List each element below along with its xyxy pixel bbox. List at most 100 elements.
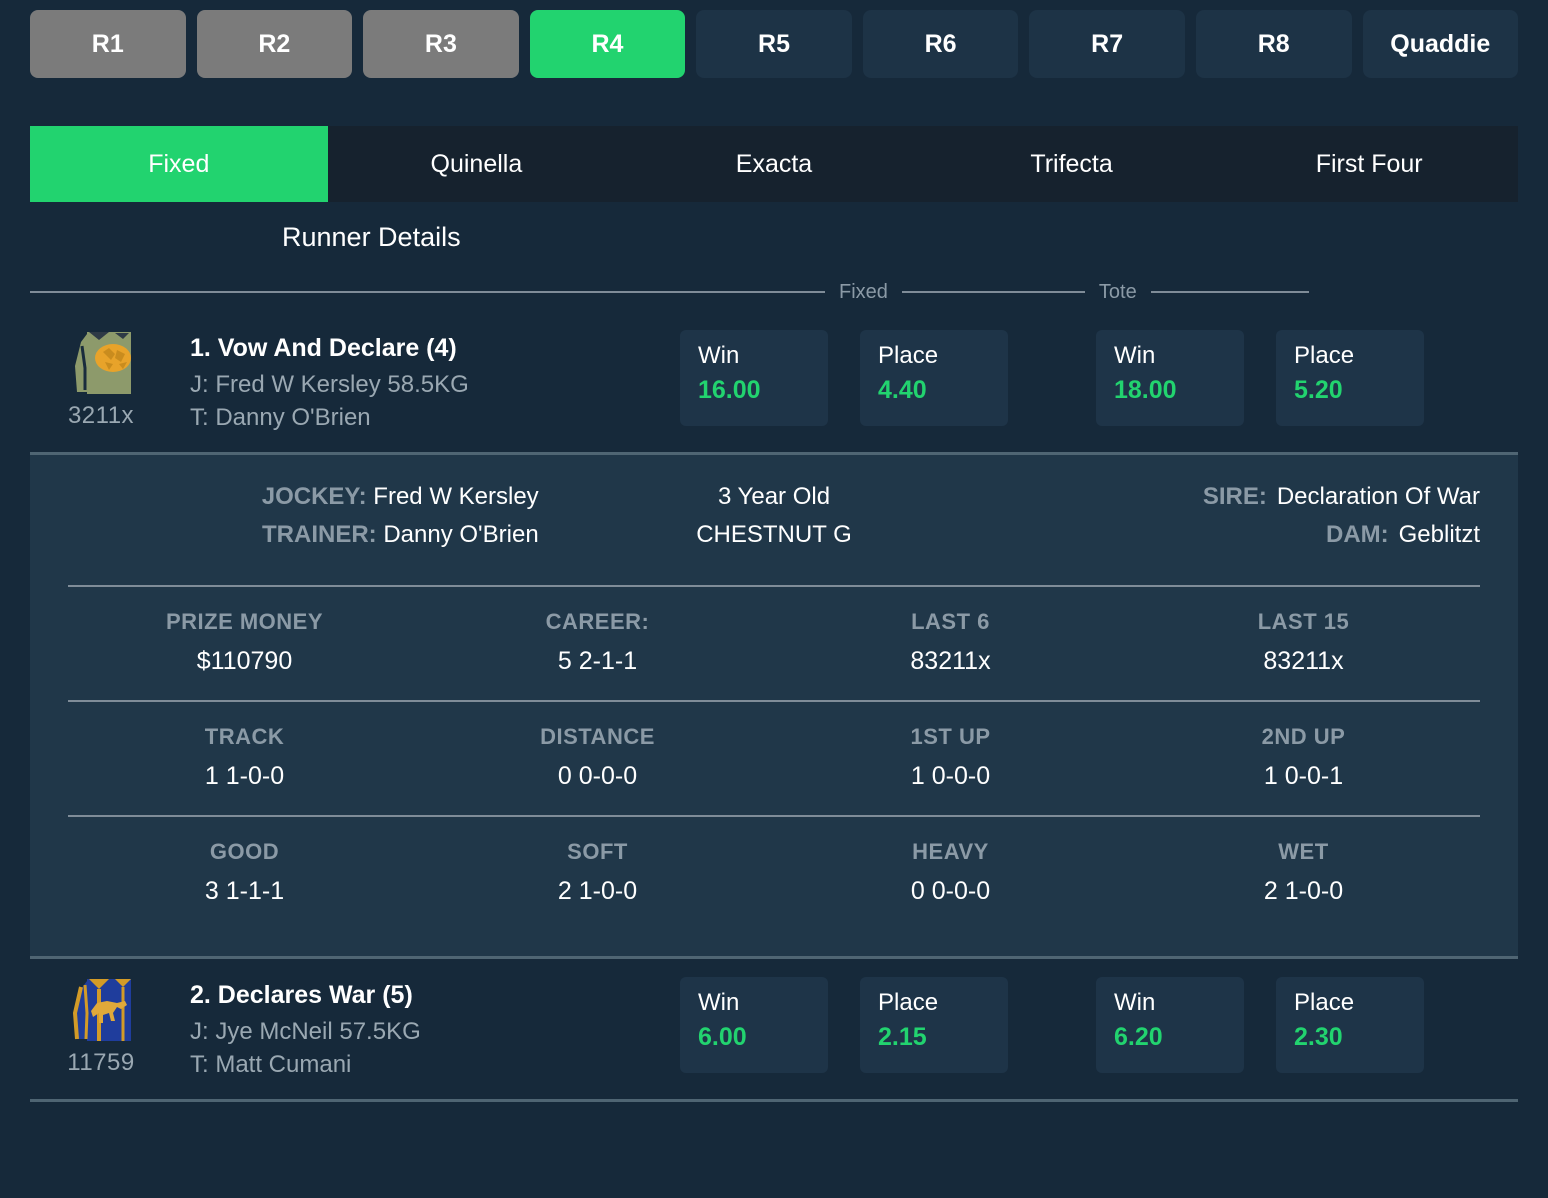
race-tab-r4[interactable]: R4 <box>529 10 686 78</box>
jockey-row: JOCKEY: Fred W Kersley <box>68 483 539 511</box>
stat-label: 1ST UP <box>910 724 991 749</box>
stat-2nd-up: 2ND UP 1 0-0-1 <box>1127 724 1480 791</box>
odds-label: Place <box>1294 989 1355 1016</box>
stat-label: CAREER: <box>545 609 650 634</box>
odds-label: Win <box>698 989 740 1016</box>
runner-trainer: T: Matt Cumani <box>190 1051 352 1078</box>
stat-value: $110790 <box>196 647 293 675</box>
odds-tote-win[interactable]: Win 18.00 <box>1096 330 1244 426</box>
horse-age: 3 Year Old <box>717 483 831 510</box>
stat-value: 5 2-1-1 <box>557 647 638 675</box>
odds-label: Place <box>878 342 939 369</box>
page-title: Runner Details <box>282 221 461 252</box>
sire-row: SIRE: Declaration Of War <box>1009 483 1480 511</box>
runner-row[interactable]: 11759 2. Declares War (5) J: Jye McNeil … <box>0 959 1548 1099</box>
runner-detail-panel: JOCKEY: Fred W Kersley TRAINER: Danny O'… <box>30 452 1518 956</box>
stat-value: 0 0-0-0 <box>910 877 991 905</box>
stat-label: SOFT <box>567 839 628 864</box>
dam-label: DAM: <box>1325 521 1389 548</box>
bet-type-tabs: Fixed Quinella Exacta Trifecta First Fou… <box>30 126 1518 202</box>
race-tab-r6[interactable]: R6 <box>862 10 1019 78</box>
runner-jockey: J: Fred W Kersley 58.5KG <box>190 371 469 398</box>
sire-label: SIRE: <box>1202 483 1267 510</box>
stat-last-15: LAST 15 83211x <box>1127 609 1480 676</box>
stat-value: 3 1-1-1 <box>204 877 285 905</box>
stat-heavy: HEAVY 0 0-0-0 <box>774 839 1127 906</box>
runner-info: 2. Declares War (5) J: Jye McNeil 57.5KG… <box>140 973 680 1084</box>
dam-value: Geblitzt <box>1398 521 1481 548</box>
odds-value: 6.20 <box>1114 1023 1163 1051</box>
race-tab-r2[interactable]: R2 <box>196 10 353 78</box>
runner-info: 1. Vow And Declare (4) J: Fred W Kersley… <box>140 326 680 437</box>
odds-value: 2.30 <box>1294 1023 1343 1051</box>
stat-value: 1 1-0-0 <box>204 762 285 790</box>
runner-form: 11759 <box>67 1049 135 1076</box>
stat-value: 1 0-0-1 <box>1263 762 1344 790</box>
race-tab-r8[interactable]: R8 <box>1195 10 1352 78</box>
divider-right <box>1150 291 1309 293</box>
odds-tote-place[interactable]: Place 5.20 <box>1276 330 1424 426</box>
jockey-value: Fred W Kersley <box>373 483 539 510</box>
dam-row: DAM: Geblitzt <box>1009 521 1480 549</box>
runner-trainer: T: Danny O'Brien <box>190 404 371 431</box>
tab-exacta[interactable]: Exacta <box>625 126 923 202</box>
runner-separator <box>30 1099 1518 1102</box>
divider-left <box>30 291 825 293</box>
odds-tote-place[interactable]: Place 2.30 <box>1276 977 1424 1073</box>
stat-career: CAREER: 5 2-1-1 <box>421 609 774 676</box>
stat-row: GOOD 3 1-1-1 SOFT 2 1-0-0 HEAVY 0 0-0-0 … <box>68 817 1480 930</box>
odds-tote-win[interactable]: Win 6.20 <box>1096 977 1244 1073</box>
stat-label: GOOD <box>209 839 280 864</box>
detail-connections: JOCKEY: Fred W Kersley TRAINER: Danny O'… <box>68 483 539 559</box>
odds-label: Win <box>698 342 740 369</box>
stat-value: 1 0-0-0 <box>910 762 991 790</box>
runner-row[interactable]: 3211x 1. Vow And Declare (4) J: Fred W K… <box>0 312 1548 452</box>
race-tab-r1[interactable]: R1 <box>30 10 186 78</box>
stat-label: LAST 6 <box>911 609 990 634</box>
odds-fixed-win[interactable]: Win 16.00 <box>680 330 828 426</box>
stat-value: 83211x <box>1263 647 1344 675</box>
silk-wrap: 11759 <box>30 973 140 1077</box>
odds-fixed-place[interactable]: Place 2.15 <box>860 977 1008 1073</box>
odds-fixed-win[interactable]: Win 6.00 <box>680 977 828 1073</box>
tab-first-four[interactable]: First Four <box>1220 126 1518 202</box>
race-tab-r7[interactable]: R7 <box>1029 10 1185 78</box>
silk-wrap: 3211x <box>30 326 140 430</box>
stat-good: GOOD 3 1-1-1 <box>68 839 421 906</box>
race-tab-r5[interactable]: R5 <box>696 10 852 78</box>
runner-name: 2. Declares War (5) <box>190 981 413 1009</box>
odds-label: Win <box>1114 989 1156 1016</box>
tab-quinella[interactable]: Quinella <box>328 126 626 202</box>
tab-fixed[interactable]: Fixed <box>30 126 328 202</box>
stat-label: HEAVY <box>912 839 989 864</box>
stat-value: 2 1-0-0 <box>557 877 638 905</box>
odds-label: Place <box>1294 342 1355 369</box>
race-tab-quaddie[interactable]: Quaddie <box>1362 10 1519 78</box>
tab-trifecta[interactable]: Trifecta <box>923 126 1221 202</box>
runner-jockey: J: Jye McNeil 57.5KG <box>190 1018 421 1045</box>
runner-name: 1. Vow And Declare (4) <box>190 334 457 362</box>
race-tab-r3[interactable]: R3 <box>363 10 519 78</box>
stat-1st-up: 1ST UP 1 0-0-0 <box>774 724 1127 791</box>
stat-distance: DISTANCE 0 0-0-0 <box>421 724 774 791</box>
jockey-silk-icon <box>72 979 131 1041</box>
jockey-silk-icon <box>75 332 131 394</box>
detail-breeding-basic: 3 Year Old CHESTNUT G <box>539 483 1010 559</box>
stat-row: PRIZE MONEY $110790 CAREER: 5 2-1-1 LAST… <box>68 587 1480 700</box>
stat-value: 83211x <box>910 647 991 675</box>
stat-label: TRACK <box>204 724 285 749</box>
odds-fixed-place[interactable]: Place 4.40 <box>860 330 1008 426</box>
detail-top-row: JOCKEY: Fred W Kersley TRAINER: Danny O'… <box>68 483 1480 585</box>
stat-label: DISTANCE <box>540 724 655 749</box>
market-label-fixed: Fixed <box>839 280 888 303</box>
stat-value: 2 1-0-0 <box>1263 877 1344 905</box>
stat-soft: SOFT 2 1-0-0 <box>421 839 774 906</box>
odds-value: 2.15 <box>878 1023 927 1051</box>
stat-label: PRIZE MONEY <box>165 609 324 634</box>
market-label-tote: Tote <box>1098 280 1137 303</box>
trainer-label: TRAINER: <box>262 521 377 548</box>
race-tabs: R1 R2 R3 R4 R5 R6 R7 R8 Quaddie <box>0 0 1548 108</box>
odds-value: 16.00 <box>698 376 761 404</box>
trainer-value: Danny O'Brien <box>383 521 539 548</box>
stat-label: 2ND UP <box>1261 724 1346 749</box>
